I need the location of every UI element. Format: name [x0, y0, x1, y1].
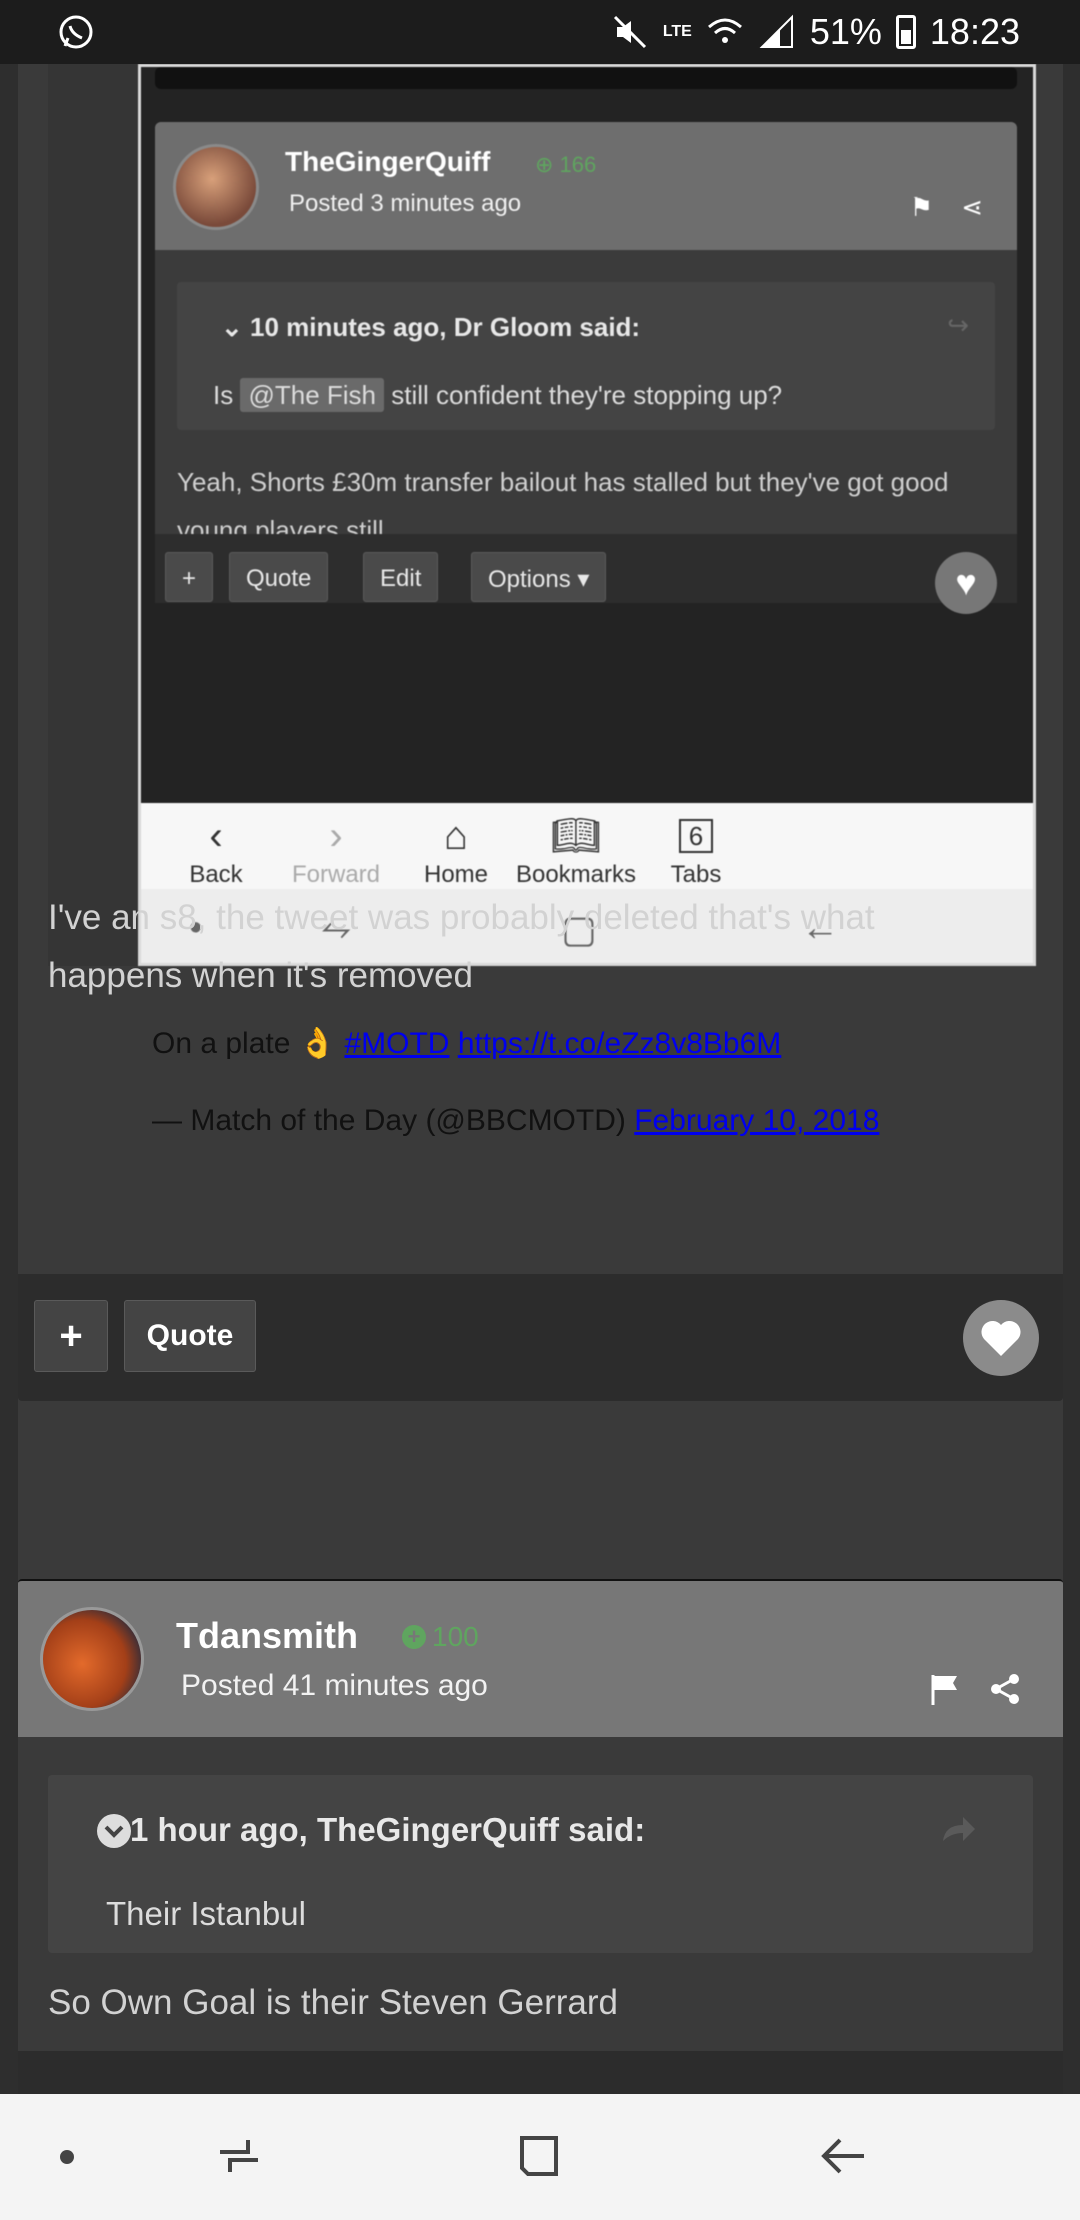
embedded-browser-nav: ‹ Back › Forward ⌂ Home 📖︎ Bookmarks 6 Tabs — [141, 803, 1033, 889]
battery-percent: 51% — [809, 11, 882, 52]
heart-icon — [981, 1320, 1021, 1356]
chevron-down-icon[interactable] — [96, 1813, 132, 1849]
quote-button[interactable]: Quote — [124, 1300, 256, 1372]
post-card: Tdansmith + 100 Posted 41 minutes ago 1 … — [18, 1579, 1063, 2094]
tweet-text: On a plate 👌 #MOTD https://t.co/eZz8v8Bb… — [152, 1027, 782, 1060]
avatar[interactable] — [40, 1607, 144, 1711]
embedded-avatar — [173, 144, 259, 230]
embedded-tabs: 6 Tabs — [670, 819, 722, 888]
whatsapp-icon — [59, 15, 93, 49]
recents-icon[interactable] — [214, 2130, 264, 2182]
embedded-options-button: Options ▾ — [471, 552, 607, 602]
quote-share-icon[interactable] — [937, 1811, 977, 1851]
author-name[interactable]: Tdansmith — [176, 1615, 358, 1657]
post-body: I've an s8, the tweet was probably delet… — [48, 898, 875, 995]
quote-header: 1 hour ago, TheGingerQuiff said: — [130, 1811, 646, 1848]
embedded-post-footer: + Quote Edit Options ▾ ♥ — [155, 534, 1017, 614]
like-button[interactable] — [963, 1300, 1039, 1376]
nav-dot-icon[interactable] — [60, 2150, 74, 2164]
flag-icon: ⚑ — [909, 192, 933, 222]
quote-share-icon: ↪ — [947, 310, 969, 340]
back-icon[interactable] — [818, 2130, 868, 2182]
embedded-edit-button: Edit — [363, 552, 439, 602]
network-label: LTE — [662, 23, 692, 40]
home-icon[interactable] — [514, 2130, 564, 2182]
embedded-quote: ⌄ 10 minutes ago, Dr Gloom said: ↪ Is @T… — [177, 282, 995, 430]
flag-icon[interactable] — [927, 1671, 963, 1707]
reputation-plus-icon: + — [402, 1625, 426, 1649]
embedded-author: TheGingerQuiff — [285, 146, 491, 177]
post-footer: + Quote — [18, 1274, 1063, 1401]
quote-text: Their Istanbul — [106, 1895, 306, 1932]
battery-icon — [895, 15, 916, 49]
signal-icon — [759, 14, 793, 48]
posted-time: Posted 41 minutes ago — [181, 1669, 488, 1702]
embedded-previous-post — [155, 67, 1017, 89]
page-content[interactable]: TheGingerQuiff ⊕ 166 Posted 3 minutes ag… — [0, 64, 1080, 2094]
share-icon[interactable] — [987, 1671, 1023, 1707]
wifi-icon — [707, 18, 742, 43]
post-header: Tdansmith + 100 Posted 41 minutes ago — [18, 1579, 1063, 1737]
tweet-link[interactable]: https://t.co/eZz8v8Bb6M — [458, 1027, 781, 1060]
hashtag-link[interactable]: #MOTD — [344, 1027, 449, 1060]
embedded-posted: Posted 3 minutes ago — [289, 190, 522, 217]
embedded-screenshot[interactable]: TheGingerQuiff ⊕ 166 Posted 3 minutes ag… — [138, 64, 1036, 966]
mute-icon — [613, 15, 646, 49]
embedded-quote-button: Quote — [229, 552, 329, 602]
embedded-reputation: ⊕ 166 — [535, 152, 597, 177]
embedded-post: TheGingerQuiff ⊕ 166 Posted 3 minutes ag… — [155, 122, 1017, 614]
post-footer — [18, 2051, 1063, 2094]
share-icon: ⋖ — [961, 192, 983, 222]
post-body: So Own Goal is their Steven Gerrard — [48, 1983, 618, 2022]
status-bar: LTE 51% 18:23 — [0, 0, 1080, 64]
clock: 18:23 — [929, 11, 1020, 52]
embedded-image-frame: TheGingerQuiff ⊕ 166 Posted 3 minutes ag… — [48, 64, 1036, 966]
embedded-quote-header: ⌄ 10 minutes ago, Dr Gloom said: — [221, 312, 641, 342]
multiquote-button[interactable]: + — [34, 1300, 108, 1372]
post-card: TheGingerQuiff ⊕ 166 Posted 3 minutes ag… — [18, 64, 1063, 1601]
tweet-attribution: — Match of the Day (@BBCMOTD) February 1… — [152, 1104, 880, 1137]
embedded-heart-icon: ♥ — [935, 552, 997, 614]
embedded-quote-text: Is @The Fish still confident they're sto… — [213, 378, 783, 412]
tweet-date-link[interactable]: February 10, 2018 — [634, 1104, 879, 1137]
reputation-badge: + 100 — [402, 1621, 479, 1653]
quote-block: 1 hour ago, TheGingerQuiff said: Their I… — [48, 1775, 1033, 1953]
system-nav-bar — [0, 2094, 1080, 2220]
embedded-plus-button: + — [165, 552, 214, 602]
